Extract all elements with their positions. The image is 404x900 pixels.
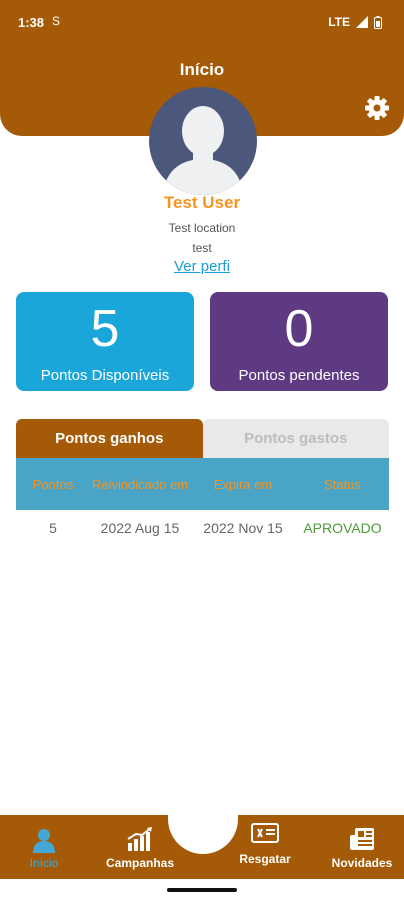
battery-icon xyxy=(374,15,382,29)
tab-spent-points[interactable]: Pontos gastos xyxy=(202,419,389,458)
view-profile-link[interactable]: Ver perfi xyxy=(0,258,404,275)
cell-points: 5 xyxy=(49,520,57,536)
nav-item-novidades[interactable]: Novidades xyxy=(318,815,404,879)
voucher-icon xyxy=(251,823,279,843)
nav-label-campanhas: Campanhas xyxy=(105,856,175,870)
pending-points-value: 0 xyxy=(284,300,314,358)
points-tabs: Pontos ganhos Pontos gastos xyxy=(16,419,389,458)
page-title: Início xyxy=(179,60,225,79)
user-location: Test location xyxy=(168,221,236,235)
user-name: Test User xyxy=(163,193,241,212)
user-icon xyxy=(33,829,55,853)
cell-claimed-date: 2022 Aug 15 xyxy=(100,520,180,536)
user-subtitle: test xyxy=(192,241,212,255)
status-indicators: LTE xyxy=(328,15,382,29)
nav-label-resgatar: Resgatar xyxy=(239,852,291,866)
home-gesture-bar[interactable] xyxy=(167,888,237,892)
status-time: 1:38 xyxy=(18,15,45,30)
tab-earned-points[interactable]: Pontos ganhos xyxy=(16,419,203,458)
app-notification-icon: S xyxy=(52,14,61,28)
default-user-icon xyxy=(163,106,243,195)
cell-expiry-date: 2022 Nov 15 xyxy=(203,520,283,536)
gear-icon xyxy=(365,96,389,120)
table-header: Pontos Reivindicado em Expira em Status xyxy=(16,458,389,510)
column-header-claimed: Reivindicado em xyxy=(91,476,189,492)
available-points-label: Pontos Disponíveis xyxy=(40,367,170,384)
column-header-status: Status xyxy=(324,476,361,492)
column-header-points: Pontos xyxy=(32,476,74,492)
cell-status: APROVADO xyxy=(303,520,382,536)
settings-button[interactable] xyxy=(364,95,390,121)
pending-points-label: Pontos pendentes xyxy=(238,367,360,384)
column-header-expires: Expira em xyxy=(213,476,273,492)
nav-label-inicio: Início xyxy=(29,856,59,870)
news-icon xyxy=(350,828,374,850)
available-points-value: 5 xyxy=(90,300,120,358)
signal-icon xyxy=(356,16,368,28)
status-bar: 1:38 S LTE xyxy=(0,0,404,44)
nav-item-inicio[interactable]: Início xyxy=(0,815,88,879)
network-type: LTE xyxy=(328,15,350,29)
available-points-card[interactable]: 5 Pontos Disponíveis xyxy=(16,292,194,391)
pending-points-card[interactable]: 0 Pontos pendentes xyxy=(210,292,388,391)
table-row: 5 2022 Aug 15 2022 Nov 15 APROVADO xyxy=(16,510,389,546)
chart-icon xyxy=(127,827,152,851)
avatar[interactable] xyxy=(149,87,257,195)
nav-label-novidades: Novidades xyxy=(331,856,393,870)
